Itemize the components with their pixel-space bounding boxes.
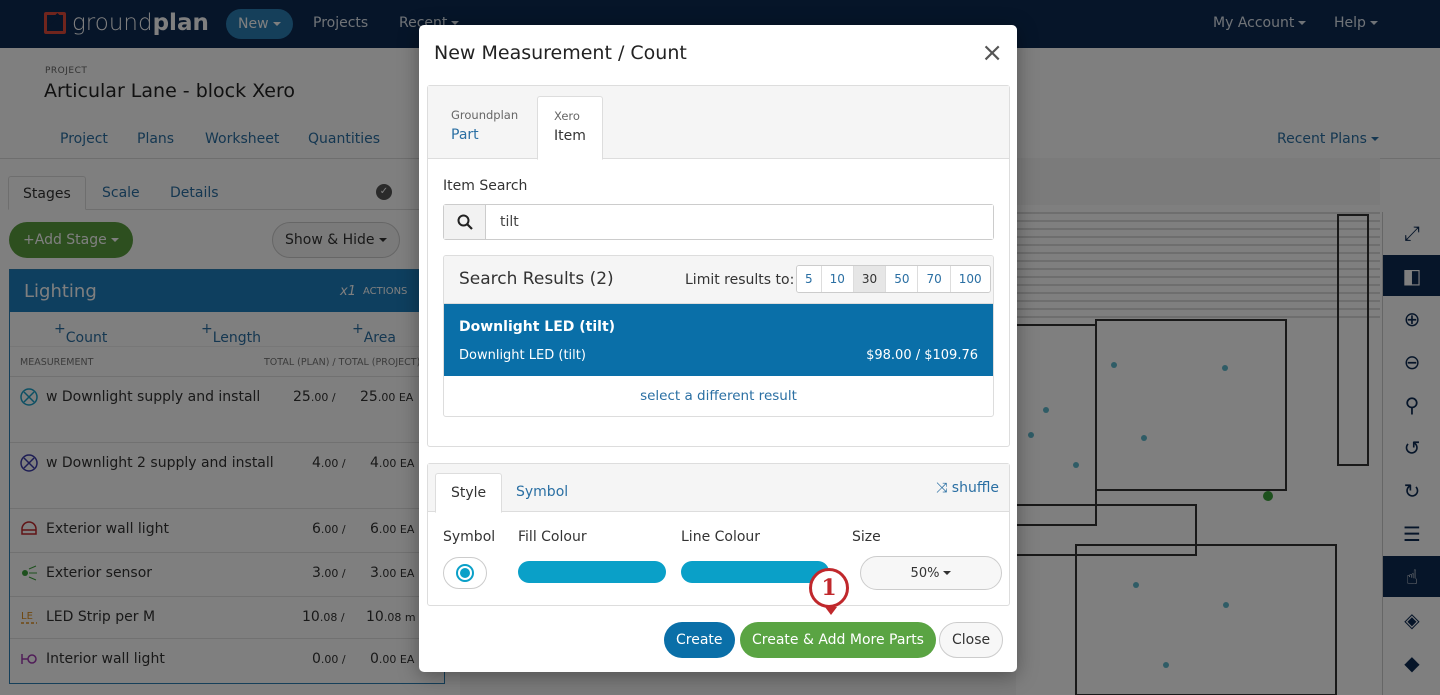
item-search-input[interactable] [486,205,993,239]
results-title: Search Results (2) [459,269,614,289]
new-measurement-modal: New Measurement / Count × Groundplan Par… [419,25,1017,672]
size-label: Size [852,529,881,545]
symbol-label: Symbol [443,529,496,545]
close-icon[interactable]: × [981,40,1003,66]
item-search-label: Item Search [443,178,528,194]
symbol-picker-button[interactable] [443,557,487,589]
selected-result[interactable]: Downlight LED (tilt) Downlight LED (tilt… [444,304,993,376]
tab-style[interactable]: Style [435,473,503,513]
shuffle-button[interactable]: ⤨ shuffle [936,480,999,496]
shuffle-icon: ⤨ [936,480,948,496]
item-search-field [443,204,994,240]
limit-70-button[interactable]: 70 [918,266,951,292]
limit-50-button[interactable]: 50 [886,266,919,292]
close-button[interactable]: Close [939,622,1004,658]
fill-colour-picker[interactable] [518,561,666,583]
select-different-result-link[interactable]: select a different result [444,376,993,404]
size-dropdown[interactable]: 50% [860,556,1002,590]
tab-symbol[interactable]: Symbol [501,473,583,513]
results-header: Search Results (2) Limit results to: 5 1… [444,256,993,304]
result-price: $98.00 / $109.76 [866,348,978,363]
fill-colour-label: Fill Colour [518,529,587,545]
source-tabs: Groundplan Part Xero Item [428,86,1009,160]
create-button[interactable]: Create [664,622,735,658]
callout-badge: 1 [809,568,849,615]
limit-button-group: 5 10 30 50 70 100 [796,265,991,293]
limit-label: Limit results to: [685,272,795,288]
tab-xero-item[interactable]: Xero Item [537,96,603,160]
search-icon [444,205,486,239]
item-source-panel: Groundplan Part Xero Item Item Search Se… [427,85,1010,447]
modal-title: New Measurement / Count [434,42,687,64]
tab-groundplan-part[interactable]: Groundplan Part [435,96,534,160]
line-colour-label: Line Colour [681,529,761,545]
downlight-symbol-icon [456,564,474,582]
style-tabs: Style Symbol ⤨ shuffle [428,464,1009,513]
limit-100-button[interactable]: 100 [950,266,990,292]
limit-5-button[interactable]: 5 [797,266,822,292]
result-title: Downlight LED (tilt) [459,319,616,335]
search-results: Search Results (2) Limit results to: 5 1… [443,255,994,417]
limit-30-button[interactable]: 30 [853,266,887,292]
result-subtitle: Downlight LED (tilt) [459,348,586,363]
line-colour-picker[interactable] [681,561,829,583]
create-add-more-button[interactable]: Create & Add More Parts [740,622,936,658]
style-panel: Style Symbol ⤨ shuffle Symbol Fill Colou… [427,463,1010,606]
limit-10-button[interactable]: 10 [821,266,854,292]
